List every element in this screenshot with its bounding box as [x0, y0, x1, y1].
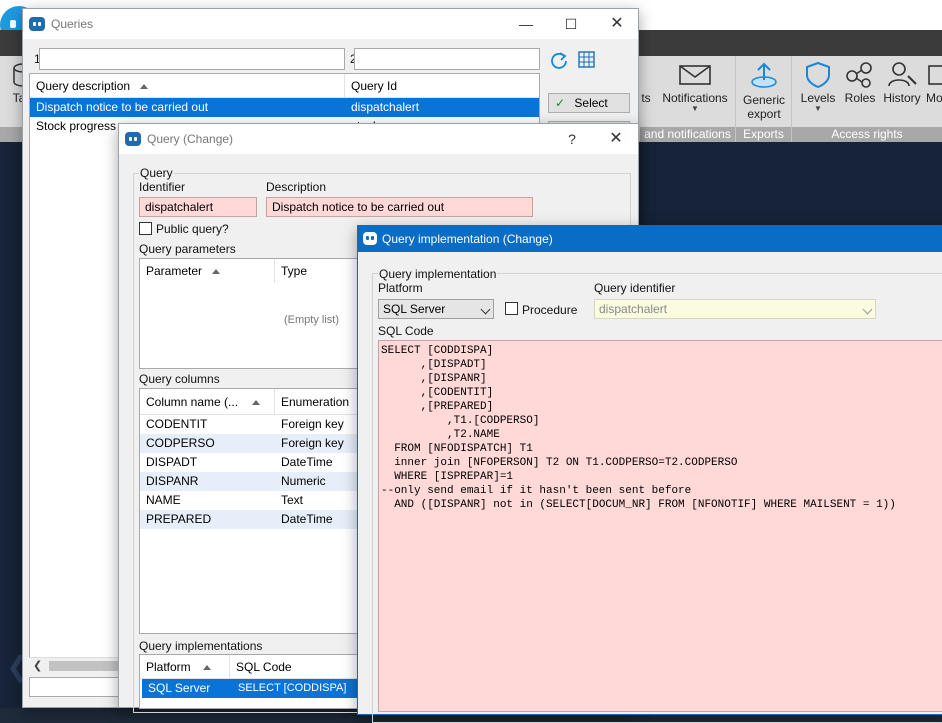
filter1-input[interactable]: [39, 48, 345, 70]
column-header-enumeration[interactable]: Enumeration: [275, 389, 360, 415]
partial-icon: [928, 65, 942, 85]
ribbon-group-access-rights: Levels ▼ Roles History Mo Access rights: [792, 56, 942, 142]
filter2-input[interactable]: [354, 48, 540, 70]
columns-label: Query columns: [139, 372, 220, 386]
table-row[interactable]: PREPARED DateTime: [140, 510, 360, 529]
levels-button[interactable]: Levels ▼: [796, 60, 840, 113]
group-title: Query: [139, 166, 174, 180]
shield-icon: [806, 61, 830, 88]
chevron-down-icon: [862, 304, 873, 315]
table-row[interactable]: CODPERSO Foreign key: [140, 434, 360, 453]
ribbon-button-partial[interactable]: Mo: [926, 60, 942, 105]
queries-titlebar: Queries — ☐ ✕: [23, 9, 638, 39]
sort-asc-icon: [202, 665, 211, 671]
help-button[interactable]: ?: [557, 129, 587, 149]
table-row[interactable]: NAME Text: [140, 491, 360, 510]
history-button[interactable]: History: [880, 60, 924, 105]
sql-code-label: SQL Code: [378, 324, 434, 338]
roles-button[interactable]: Roles: [842, 60, 878, 105]
close-icon[interactable]: ✕: [602, 14, 632, 34]
app-icon: [125, 132, 141, 146]
column-header-parameter[interactable]: Parameter: [140, 259, 275, 283]
scroll-left-icon[interactable]: ❮: [33, 659, 42, 672]
column-header-description[interactable]: Query description: [30, 74, 345, 98]
table-row[interactable]: CODENTIT Foreign key: [140, 415, 360, 434]
column-header-platform[interactable]: Platform: [140, 655, 230, 679]
table-row[interactable]: SQL Server SELECT [CODDISPA]: [142, 679, 358, 698]
grid-settings-icon[interactable]: [577, 50, 597, 70]
table-row[interactable]: Dispatch notice to be carried out dispat…: [30, 98, 539, 117]
minimize-icon[interactable]: —: [511, 14, 541, 34]
identifier-field[interactable]: dispatchalert: [139, 197, 257, 217]
platform-label: Platform: [378, 281, 423, 295]
platform-select[interactable]: SQL Server: [378, 299, 494, 319]
table-row[interactable]: DISPANR Numeric: [140, 472, 360, 491]
grid-header: Query description Query Id: [30, 74, 539, 98]
column-header-id[interactable]: Query Id: [345, 74, 539, 98]
window-title: Query implementation (Change): [382, 232, 553, 246]
sort-asc-icon: [140, 84, 149, 90]
column-header-name[interactable]: Column name (...: [140, 389, 275, 415]
sort-asc-icon: [252, 400, 261, 406]
public-query-label: Public query?: [156, 222, 229, 236]
ribbon-group-caption: Access rights: [792, 127, 942, 142]
empty-list-text: (Empty list): [284, 314, 339, 326]
procedure-label: Procedure: [522, 303, 578, 317]
history-icon: [888, 62, 917, 87]
query-change-titlebar: Query (Change) ? ✕: [119, 124, 638, 154]
sort-asc-icon: [212, 269, 221, 275]
params-label: Query parameters: [139, 242, 236, 256]
app-icon: [363, 232, 377, 245]
query-identifier-label: Query identifier: [594, 281, 676, 295]
sql-code-editor[interactable]: SELECT [CODDISPA] ,[DISPADT] ,[DISPANR] …: [378, 340, 942, 712]
generic-export-button[interactable]: Generic export: [736, 60, 792, 121]
params-grid: Parameter Type (Empty list): [139, 258, 361, 369]
grid-header: Column name (... Enumeration: [140, 389, 360, 415]
query-implementation-window: Query implementation (Change) Query impl…: [357, 225, 942, 723]
implementations-label: Query implementations: [139, 639, 263, 653]
check-icon: ✓: [555, 96, 566, 110]
public-query-checkbox[interactable]: [139, 222, 152, 235]
group-title: Query implementation: [378, 267, 498, 281]
notifications-button[interactable]: Notifications ▼: [654, 60, 736, 113]
window-title: Query (Change): [147, 132, 234, 146]
query-implementation-titlebar: Query implementation (Change): [358, 226, 942, 252]
ribbon-button-partial[interactable]: ts: [640, 60, 652, 105]
column-header-type[interactable]: Type: [275, 259, 360, 283]
bottom-input[interactable]: [29, 677, 129, 697]
grid-header: Platform SQL Code: [140, 655, 360, 679]
description-field[interactable]: Dispatch notice to be carried out: [266, 197, 533, 217]
select-button[interactable]: ✓ Select: [548, 93, 630, 113]
maximize-icon[interactable]: ☐: [556, 14, 586, 34]
close-icon[interactable]: ✕: [601, 129, 631, 149]
ribbon-group-exports: Generic export Exports: [736, 56, 792, 142]
dropdown-arrow-icon: ▼: [691, 104, 699, 113]
refresh-icon[interactable]: [549, 50, 569, 70]
envelope-icon: [679, 65, 711, 85]
table-row[interactable]: DISPADT DateTime: [140, 453, 360, 472]
scrollbar-thumb[interactable]: [49, 661, 129, 671]
ribbon-group-caption: Exports: [736, 127, 791, 142]
description-label: Description: [266, 180, 327, 194]
roles-icon: [846, 62, 872, 88]
implementations-grid: Platform SQL Code SQL Server SELECT [COD…: [139, 654, 361, 709]
columns-grid: Column name (... Enumeration CODENTIT Fo…: [139, 388, 361, 634]
grid-header: Parameter Type: [140, 259, 360, 283]
upload-icon: [751, 62, 777, 88]
column-header-sql-code[interactable]: SQL Code: [230, 655, 360, 679]
query-identifier-select[interactable]: dispatchalert: [594, 299, 876, 319]
dropdown-arrow-icon: ▼: [814, 104, 822, 113]
ribbon-group-caption: and notifications: [640, 127, 735, 142]
app-icon: [29, 17, 45, 31]
ribbon-group-notifications: ts Notifications ▼ and notifications: [640, 56, 736, 142]
window-title: Queries: [51, 17, 94, 31]
procedure-checkbox[interactable]: [505, 302, 518, 315]
chevron-down-icon: [480, 304, 491, 315]
identifier-label: Identifier: [139, 180, 186, 194]
